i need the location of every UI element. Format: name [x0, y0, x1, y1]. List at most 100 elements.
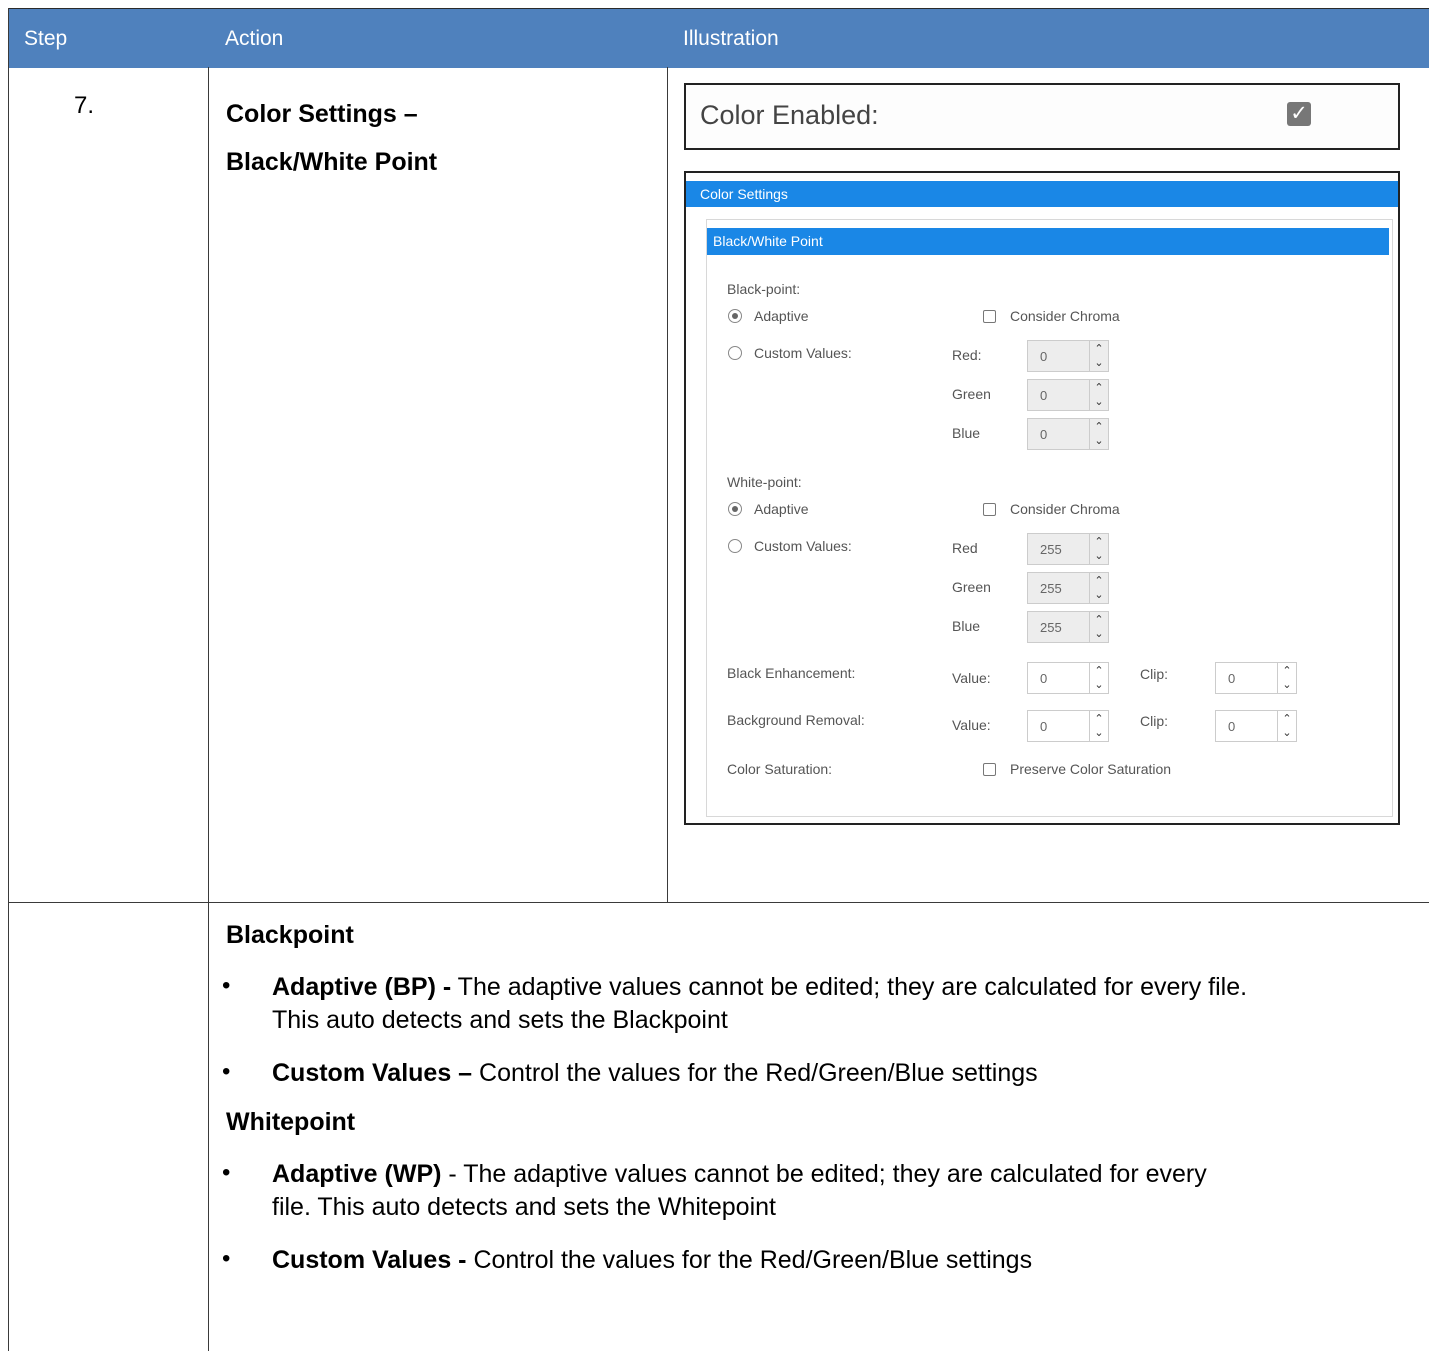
white-point-consider-chroma-label: Consider Chroma	[1010, 501, 1120, 517]
white-green-value: 255	[1040, 581, 1062, 596]
black-red-value: 0	[1040, 349, 1048, 364]
black-blue-stepper[interactable]: 0 ⌃ ⌄	[1027, 418, 1109, 450]
black-point-custom-radio[interactable]	[728, 346, 742, 360]
wp-custom-text: Control the values for the Red/Green/Blu…	[466, 1246, 1033, 1274]
color-enabled-label: Color Enabled:	[700, 100, 879, 130]
bp-custom-line: Custom Values – Control the values for t…	[272, 1058, 1038, 1088]
black-enhancement-label: Black Enhancement:	[727, 665, 856, 681]
color-settings-screenshot: Color Settings Black/White Point Black-p…	[684, 171, 1400, 825]
black-point-adaptive-label: Adaptive	[754, 308, 809, 324]
action-title-line1: Color Settings –	[226, 100, 418, 128]
white-green-stepper[interactable]: 255 ⌃ ⌄	[1027, 572, 1109, 604]
bp-adaptive-line1: Adaptive (BP) - The adaptive values cann…	[272, 972, 1247, 1002]
black-green-label: Green	[952, 386, 991, 402]
white-blue-value: 255	[1040, 620, 1062, 635]
white-red-value: 255	[1040, 542, 1062, 557]
preserve-color-saturation-label: Preserve Color Saturation	[1010, 761, 1172, 777]
black-point-consider-chroma-label: Consider Chroma	[1010, 308, 1120, 324]
black-enhancement-clip-label: Clip:	[1140, 666, 1169, 682]
black-point-custom-label: Custom Values:	[754, 345, 852, 361]
action-title-line2: Black/White Point	[226, 148, 438, 176]
white-point-custom-radio[interactable]	[728, 539, 742, 553]
background-removal-clip-stepper[interactable]: 0 ⌃ ⌄	[1215, 710, 1297, 742]
white-point-consider-chroma-checkbox[interactable]	[983, 503, 996, 516]
black-blue-value: 0	[1040, 427, 1048, 442]
chevron-up-icon[interactable]: ⌃	[1090, 342, 1108, 356]
step-number: 7.	[74, 92, 95, 119]
preserve-color-saturation-checkbox[interactable]	[983, 763, 996, 776]
chevron-up-icon[interactable]: ⌃	[1090, 420, 1108, 434]
color-settings-header: Color Settings	[686, 181, 1398, 207]
chevron-up-icon[interactable]: ⌃	[1090, 613, 1108, 627]
black-enhancement-value-label: Value:	[952, 670, 991, 686]
bp-adaptive-text2: This auto detects and sets the Blackpoin…	[272, 1006, 728, 1034]
chevron-up-icon[interactable]: ⌃	[1090, 712, 1108, 726]
bullet-icon: •	[222, 972, 231, 999]
black-blue-label: Blue	[952, 425, 981, 441]
chevron-down-icon[interactable]: ⌄	[1090, 726, 1108, 740]
wp-adaptive-text1: - The adaptive values cannot be edited; …	[441, 1160, 1207, 1188]
black-red-label: Red:	[952, 347, 982, 363]
wp-custom-term: Custom Values -	[272, 1246, 467, 1274]
table-header-row: Step Action Illustration	[8, 8, 1429, 68]
black-white-point-panel: Black/White Point Black-point: Adaptive …	[706, 219, 1393, 817]
bp-custom-text: Control the values for the Red/Green/Blu…	[472, 1059, 1038, 1087]
chevron-down-icon[interactable]: ⌄	[1090, 588, 1108, 602]
header-action: Action	[225, 27, 284, 50]
background-removal-value-stepper[interactable]: 0 ⌃ ⌄	[1027, 710, 1109, 742]
chevron-down-icon[interactable]: ⌄	[1090, 627, 1108, 641]
header-illustration: Illustration	[683, 27, 779, 50]
chevron-up-icon[interactable]: ⌃	[1090, 574, 1108, 588]
header-step: Step	[24, 27, 68, 50]
wp-adaptive-term: Adaptive (WP)	[272, 1160, 442, 1188]
black-enhancement-clip-stepper[interactable]: 0 ⌃ ⌄	[1215, 662, 1297, 694]
white-point-adaptive-radio[interactable]	[728, 502, 742, 516]
chevron-up-icon[interactable]: ⌃	[1090, 381, 1108, 395]
blackpoint-title: Blackpoint	[226, 921, 354, 949]
chevron-down-icon[interactable]: ⌄	[1090, 549, 1108, 563]
background-removal-clip: 0	[1228, 719, 1236, 734]
color-saturation-label: Color Saturation:	[727, 761, 833, 777]
chevron-up-icon[interactable]: ⌃	[1090, 535, 1108, 549]
wp-adaptive-text2: file. This auto detects and sets the Whi…	[272, 1193, 776, 1221]
bullet-icon: •	[222, 1245, 231, 1272]
bullet-icon: •	[222, 1159, 231, 1186]
white-blue-stepper[interactable]: 255 ⌃ ⌄	[1027, 611, 1109, 643]
chevron-up-icon[interactable]: ⌃	[1278, 664, 1296, 678]
chevron-up-icon[interactable]: ⌃	[1278, 712, 1296, 726]
chevron-up-icon[interactable]: ⌃	[1090, 664, 1108, 678]
white-point-custom-label: Custom Values:	[754, 538, 852, 554]
background-removal-clip-label: Clip:	[1140, 713, 1169, 729]
chevron-down-icon[interactable]: ⌄	[1090, 678, 1108, 692]
chevron-down-icon[interactable]: ⌄	[1090, 434, 1108, 448]
white-red-label: Red	[952, 540, 978, 556]
whitepoint-title: Whitepoint	[226, 1108, 356, 1136]
black-green-stepper[interactable]: 0 ⌃ ⌄	[1027, 379, 1109, 411]
black-enhancement-value-stepper[interactable]: 0 ⌃ ⌄	[1027, 662, 1109, 694]
black-point-adaptive-radio[interactable]	[728, 309, 742, 323]
color-enabled-panel: Color Enabled: ✓	[684, 83, 1400, 150]
bp-adaptive-term: Adaptive (BP) -	[272, 973, 452, 1001]
white-blue-label: Blue	[952, 618, 981, 634]
bp-custom-term: Custom Values –	[272, 1059, 473, 1087]
chevron-down-icon[interactable]: ⌄	[1278, 726, 1296, 740]
chevron-down-icon[interactable]: ⌄	[1090, 395, 1108, 409]
black-white-point-header: Black/White Point	[707, 228, 1389, 255]
wp-custom-line: Custom Values - Control the values for t…	[272, 1245, 1032, 1275]
divider-action-illustration	[667, 67, 668, 902]
chevron-down-icon[interactable]: ⌄	[1278, 678, 1296, 692]
color-enabled-checkbox[interactable]: ✓	[1287, 102, 1311, 126]
black-enhancement-value: 0	[1040, 671, 1048, 686]
black-green-value: 0	[1040, 388, 1048, 403]
black-enhancement-clip: 0	[1228, 671, 1236, 686]
black-point-consider-chroma-checkbox[interactable]	[983, 310, 996, 323]
background-removal-value: 0	[1040, 719, 1048, 734]
white-red-stepper[interactable]: 255 ⌃ ⌄	[1027, 533, 1109, 565]
background-removal-value-label: Value:	[952, 717, 991, 733]
chevron-down-icon[interactable]: ⌄	[1090, 356, 1108, 370]
action-title: Color Settings – Black/White Point	[226, 90, 437, 186]
bp-adaptive-text1: The adaptive values cannot be edited; th…	[451, 973, 1248, 1001]
row-divider	[8, 902, 1429, 903]
table-border-left	[8, 8, 9, 1351]
black-red-stepper[interactable]: 0 ⌃ ⌄	[1027, 340, 1109, 372]
